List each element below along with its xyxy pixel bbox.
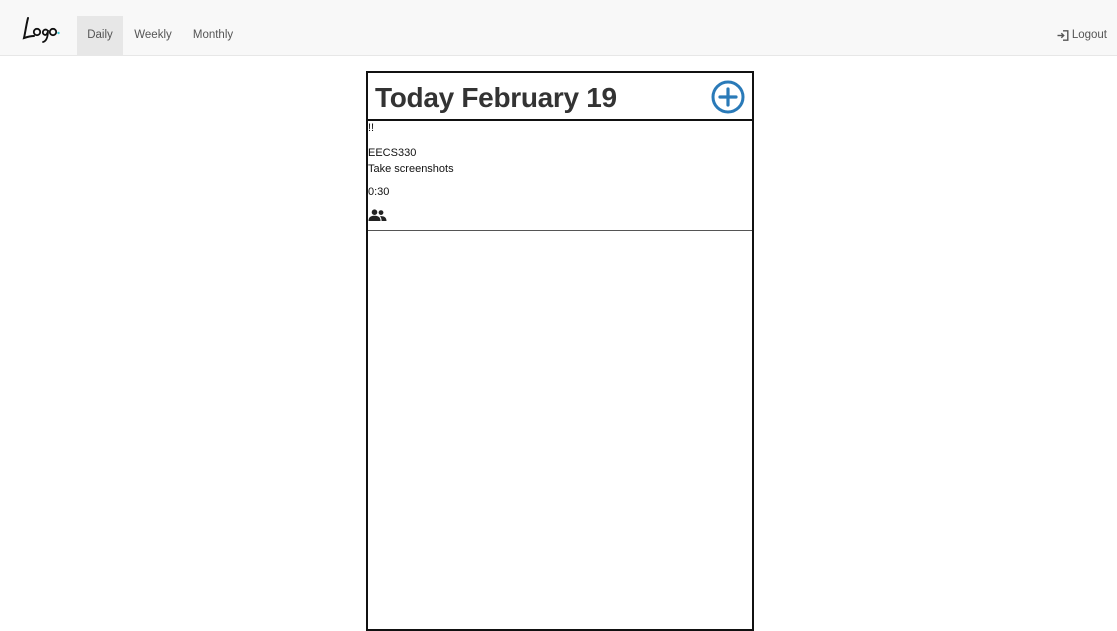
people-icon xyxy=(368,209,387,221)
tab-monthly[interactable]: Monthly xyxy=(186,16,240,55)
logo[interactable] xyxy=(22,14,62,44)
task-description: Take screenshots xyxy=(368,163,454,175)
task-priority: !! xyxy=(368,122,375,134)
task-course: EECS330 xyxy=(368,147,417,159)
add-task-button[interactable] xyxy=(711,80,745,114)
task-duration: 0:30 xyxy=(368,186,390,198)
title-today: Today xyxy=(375,82,454,113)
plus-circle-icon xyxy=(711,80,745,114)
logout-button[interactable]: Logout xyxy=(1057,16,1107,55)
sign-in-icon xyxy=(1057,30,1069,41)
panel-header: Today February 19 xyxy=(368,73,752,121)
tab-daily[interactable]: Daily xyxy=(77,16,123,55)
title-date: February 19 xyxy=(461,82,617,113)
navbar: Daily Weekly Monthly Logout xyxy=(0,0,1117,56)
tab-weekly[interactable]: Weekly xyxy=(128,16,178,55)
page-title: Today February 19 xyxy=(375,82,617,114)
logout-label: Logout xyxy=(1071,29,1107,41)
task-card[interactable]: !! EECS330 Take screenshots 0:30 xyxy=(368,121,752,231)
daily-panel: Today February 19 !! EECS330 Take screen… xyxy=(366,71,754,631)
